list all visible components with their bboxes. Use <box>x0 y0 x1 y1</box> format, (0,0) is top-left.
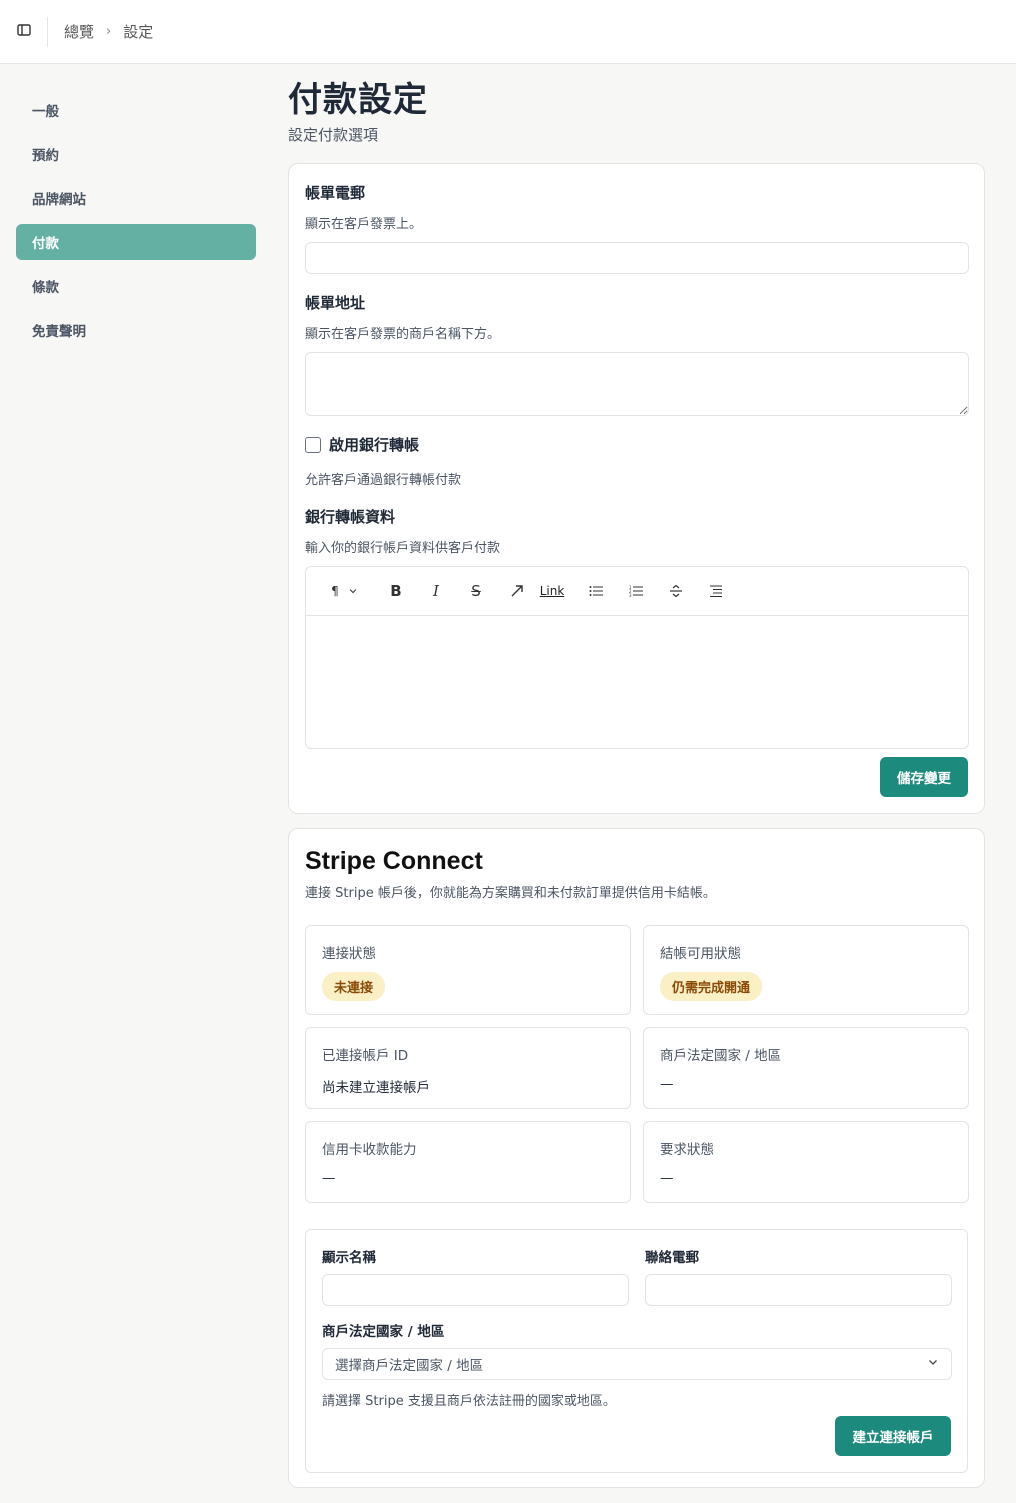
account-id-value: 尚未建立連接帳戶 <box>322 1080 430 1096</box>
sidebar-item-booking[interactable]: 預約 <box>16 136 256 172</box>
billing-email-description: 顯示在客戶發票上。 <box>305 217 423 232</box>
top-bar: 總覽 › 設定 <box>0 0 1016 64</box>
editor-content-area[interactable] <box>306 616 968 748</box>
breadcrumb-separator-icon: › <box>106 24 112 39</box>
stripe-connect-title: Stripe Connect <box>305 847 483 875</box>
paragraph-icon[interactable]: ¶ <box>326 579 344 603</box>
country-hint: 請選擇 Stripe 支援且商戶依法註冊的國家或地區。 <box>322 1394 616 1409</box>
page-title: 付款設定 <box>288 80 428 120</box>
sidebar-item-label: 條款 <box>32 280 59 296</box>
editor-toolbar: ¶ B I S Link 123 <box>306 567 968 616</box>
requirements-label: 要求狀態 <box>660 1142 714 1158</box>
chevron-down-icon[interactable] <box>344 579 362 603</box>
bank-transfer-row: 啟用銀行轉帳 <box>305 434 968 455</box>
billing-email-label: 帳單電郵 <box>305 184 366 202</box>
breadcrumb-settings: 設定 <box>123 23 154 41</box>
page-subtitle: 設定付款選項 <box>288 126 379 144</box>
billing-email-input[interactable] <box>305 242 969 274</box>
bank-info-rich-text-editor: ¶ B I S Link 123 <box>305 566 969 749</box>
stripe-connect-card: Stripe Connect 連接 Stripe 帳戶後，你就能為方案購買和未付… <box>288 828 985 1488</box>
svg-text:3: 3 <box>629 593 632 597</box>
bank-transfer-label[interactable]: 啟用銀行轉帳 <box>329 434 419 455</box>
bank-info-description: 輸入你的銀行帳戶資料供客戶付款 <box>305 541 501 556</box>
bank-info-label: 銀行轉帳資料 <box>305 508 396 526</box>
strikethrough-icon[interactable]: S <box>456 579 496 603</box>
bullet-list-icon[interactable] <box>576 579 616 603</box>
sidebar-item-label: 品牌網站 <box>32 192 86 208</box>
checkout-status-label: 結帳可用狀態 <box>660 946 741 962</box>
billing-address-textarea[interactable] <box>305 352 969 416</box>
breadcrumb: 總覽 › 設定 <box>64 21 153 42</box>
card-capability-box: 信用卡收款能力 — <box>305 1121 631 1203</box>
create-account-form: 顯示名稱 聯絡電郵 商戶法定國家 / 地區 選擇商戶法定國家 / 地區 請選擇 … <box>305 1229 968 1473</box>
chevron-down-icon <box>927 1356 939 1372</box>
bank-transfer-description: 允許客戶通過銀行轉帳付款 <box>305 473 462 488</box>
italic-icon[interactable]: I <box>416 579 456 603</box>
contact-email-label: 聯絡電郵 <box>645 1250 699 1266</box>
account-id-box: 已連接帳戶 ID 尚未建立連接帳戶 <box>305 1027 631 1109</box>
connection-status-box: 連接狀態 未連接 <box>305 925 631 1015</box>
card-capability-value: — <box>322 1170 336 1186</box>
settings-sidebar: 一般 預約 品牌網站 付款 條款 免責聲明 <box>16 92 256 356</box>
account-id-label: 已連接帳戶 ID <box>322 1048 409 1064</box>
checkout-status-badge: 仍需完成開通 <box>660 972 763 1001</box>
sidebar-item-label: 一般 <box>32 104 59 120</box>
stripe-status-grid: 連接狀態 未連接 結帳可用狀態 仍需完成開通 已連接帳戶 ID 尚未建立連接帳戶… <box>305 925 969 1215</box>
sidebar-item-terms[interactable]: 條款 <box>16 268 256 304</box>
country-label: 商戶法定國家 / 地區 <box>660 1048 782 1064</box>
sidebar-item-disclaimer[interactable]: 免責聲明 <box>16 312 256 348</box>
sidebar-item-payment[interactable]: 付款 <box>16 224 256 260</box>
contact-email-input[interactable] <box>645 1274 952 1306</box>
checkout-status-box: 結帳可用狀態 仍需完成開通 <box>643 925 969 1015</box>
country-select-placeholder: 選擇商戶法定國家 / 地區 <box>335 1358 484 1374</box>
bold-icon[interactable]: B <box>376 579 416 603</box>
form-country-label: 商戶法定國家 / 地區 <box>322 1324 445 1340</box>
breadcrumb-overview[interactable]: 總覽 <box>64 21 94 42</box>
link-button[interactable]: Link <box>538 579 566 603</box>
billing-address-label: 帳單地址 <box>305 294 366 312</box>
requirements-box: 要求狀態 — <box>643 1121 969 1203</box>
card-capability-label: 信用卡收款能力 <box>322 1142 417 1158</box>
country-box: 商戶法定國家 / 地區 — <box>643 1027 969 1109</box>
sidebar-item-label: 預約 <box>32 148 59 164</box>
link-arrow-icon[interactable] <box>502 579 532 603</box>
sidebar-toggle-button[interactable] <box>0 16 48 47</box>
billing-address-description: 顯示在客戶發票的商戶名稱下方。 <box>305 327 501 342</box>
save-changes-button[interactable]: 儲存變更 <box>880 757 968 797</box>
sidebar-item-brand-site[interactable]: 品牌網站 <box>16 180 256 216</box>
display-name-input[interactable] <box>322 1274 629 1306</box>
sidebar-item-general[interactable]: 一般 <box>16 92 256 128</box>
stripe-connect-description: 連接 Stripe 帳戶後，你就能為方案購買和未付款訂單提供信用卡結帳。 <box>305 886 716 901</box>
divider-icon[interactable] <box>656 579 696 603</box>
connection-status-label: 連接狀態 <box>322 946 376 962</box>
sidebar-toggle-icon <box>16 23 31 41</box>
country-select[interactable]: 選擇商戶法定國家 / 地區 <box>322 1348 952 1380</box>
sidebar-item-label: 付款 <box>32 236 59 252</box>
requirements-value: — <box>660 1170 674 1186</box>
display-name-label: 顯示名稱 <box>322 1250 376 1266</box>
country-value: — <box>660 1076 674 1092</box>
billing-settings-card: 帳單電郵 顯示在客戶發票上。 帳單地址 顯示在客戶發票的商戶名稱下方。 啟用銀行… <box>288 163 985 814</box>
sidebar-item-label: 免責聲明 <box>32 324 86 340</box>
bank-transfer-checkbox[interactable] <box>305 436 321 453</box>
create-connected-account-button[interactable]: 建立連接帳戶 <box>835 1416 951 1456</box>
indent-icon[interactable] <box>696 579 736 603</box>
connection-status-badge: 未連接 <box>322 972 386 1001</box>
main-content: 付款設定 設定付款選項 帳單電郵 顯示在客戶發票上。 帳單地址 顯示在客戶發票的… <box>288 78 985 1488</box>
ordered-list-icon[interactable]: 123 <box>616 579 656 603</box>
